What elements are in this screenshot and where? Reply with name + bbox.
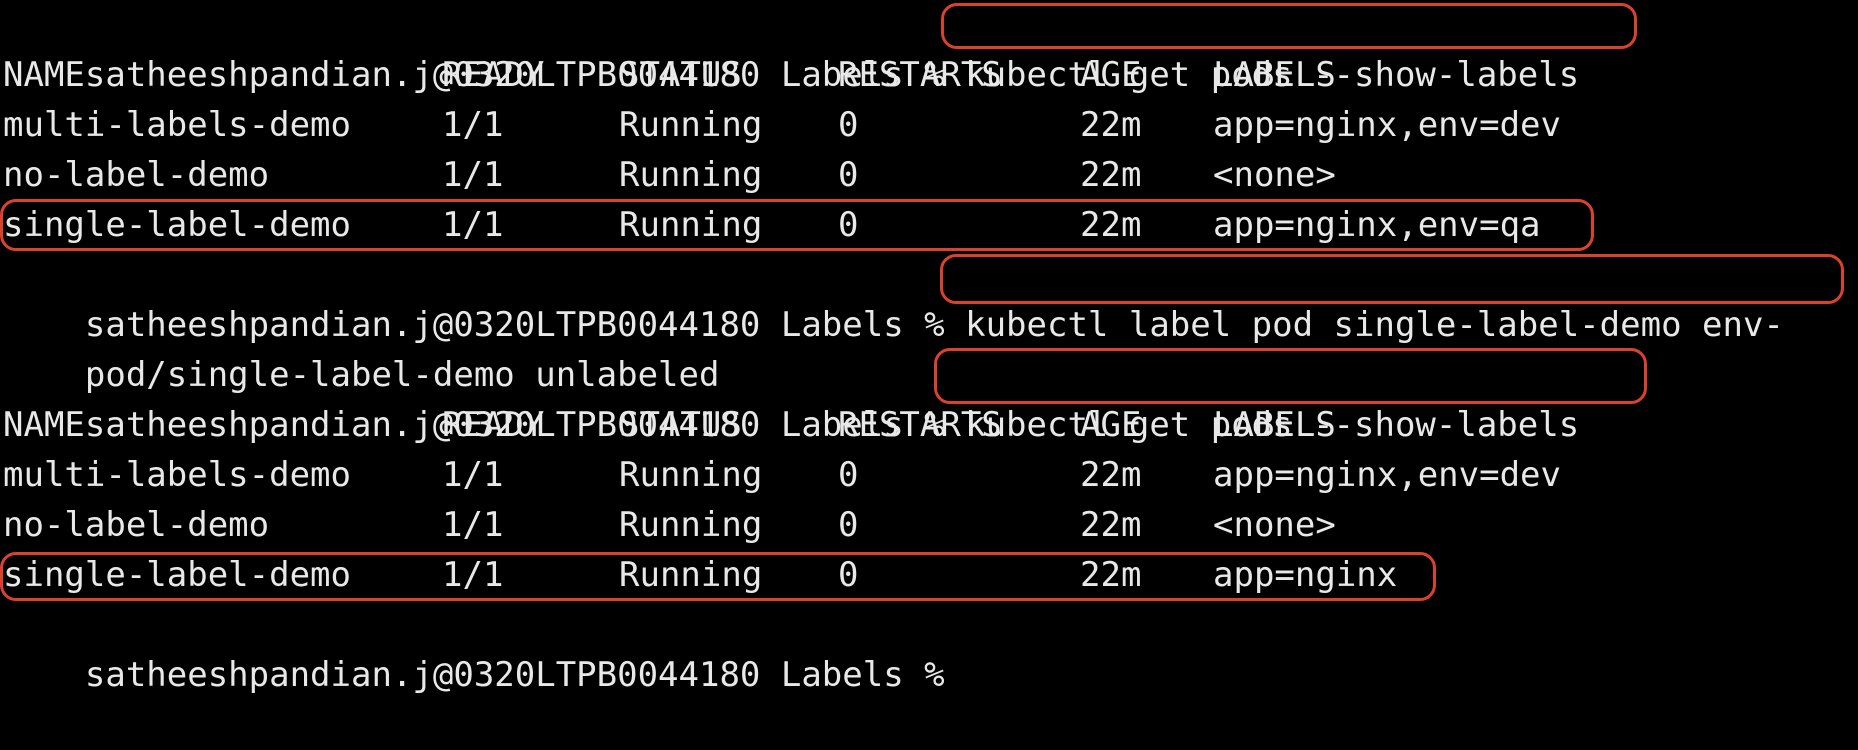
pod-age: 22m: [1080, 505, 1142, 545]
pod-ready: 1/1: [442, 205, 504, 245]
pod-name: multi-labels-demo: [3, 455, 351, 495]
pod-restarts: 0: [838, 505, 859, 545]
pod-status: Running: [619, 105, 763, 145]
pod-status: Running: [619, 205, 763, 245]
pod-name: single-label-demo: [3, 205, 351, 245]
pod-restarts: 0: [838, 105, 859, 145]
pod-age: 22m: [1080, 205, 1142, 245]
header-age: AGE: [1080, 405, 1142, 445]
pod-age: 22m: [1080, 105, 1142, 145]
pod-ready: 1/1: [442, 455, 504, 495]
pod-age: 22m: [1080, 555, 1142, 595]
pod-name: multi-labels-demo: [3, 105, 351, 145]
header-age: AGE: [1080, 55, 1142, 95]
header-labels: LABELS: [1213, 405, 1336, 445]
pod-labels: app=nginx,env=qa: [1213, 205, 1541, 245]
pod-labels: <none>: [1213, 155, 1336, 195]
table-row: single-label-demo 1/1 Running 0 22m app=…: [0, 200, 1858, 250]
header-ready: READY: [442, 55, 545, 95]
pod-labels: app=nginx,env=dev: [1213, 105, 1561, 145]
table-row: no-label-demo 1/1 Running 0 22m <none>: [0, 150, 1858, 200]
table-row: multi-labels-demo 1/1 Running 0 22m app=…: [0, 100, 1858, 150]
header-ready: READY: [442, 405, 545, 445]
pod-status: Running: [619, 505, 763, 545]
terminal-window[interactable]: satheeshpandian.j@0320LTPB0044180 Labels…: [0, 0, 1858, 695]
header-name: NAME: [3, 55, 85, 95]
header-restarts: RESTARTS: [838, 405, 1002, 445]
pod-name: single-label-demo: [3, 555, 351, 595]
header-restarts: RESTARTS: [838, 55, 1002, 95]
header-labels: LABELS: [1213, 55, 1336, 95]
pod-labels: app=nginx,env=dev: [1213, 455, 1561, 495]
pod-restarts: 0: [838, 205, 859, 245]
pod-ready: 1/1: [442, 555, 504, 595]
shell-prompt: satheeshpandian.j@0320LTPB0044180 Labels…: [84, 655, 966, 695]
table-header-row: NAME READY STATUS RESTARTS AGE LABELS: [0, 50, 1858, 100]
table-row: no-label-demo 1/1 Running 0 22m <none>: [0, 500, 1858, 550]
pod-restarts: 0: [838, 455, 859, 495]
pod-restarts: 0: [838, 155, 859, 195]
table-row: single-label-demo 1/1 Running 0 22m app=…: [0, 550, 1858, 600]
pod-ready: 1/1: [442, 105, 504, 145]
pod-age: 22m: [1080, 455, 1142, 495]
command-line-3: satheeshpandian.j@0320LTPB0044180 Labels…: [3, 350, 1579, 445]
header-status: STATUS: [619, 405, 742, 445]
pod-status: Running: [619, 555, 763, 595]
pod-name: no-label-demo: [3, 505, 270, 545]
command-line-4[interactable]: satheeshpandian.j@0320LTPB0044180 Labels…: [3, 600, 965, 695]
pod-age: 22m: [1080, 155, 1142, 195]
pod-labels: app=nginx: [1213, 555, 1398, 595]
header-status: STATUS: [619, 55, 742, 95]
pod-name: no-label-demo: [3, 155, 270, 195]
table-header-row: NAME READY STATUS RESTARTS AGE LABELS: [0, 400, 1858, 450]
pod-labels: <none>: [1213, 505, 1336, 545]
command-text: kubectl label pod single-label-demo env-: [965, 305, 1784, 345]
command-line-1: satheeshpandian.j@0320LTPB0044180 Labels…: [3, 0, 1579, 95]
pod-status: Running: [619, 455, 763, 495]
header-name: NAME: [3, 405, 85, 445]
pod-ready: 1/1: [442, 505, 504, 545]
pod-ready: 1/1: [442, 155, 504, 195]
command-line-2: satheeshpandian.j@0320LTPB0044180 Labels…: [3, 250, 1784, 345]
table-row: multi-labels-demo 1/1 Running 0 22m app=…: [0, 450, 1858, 500]
pod-restarts: 0: [838, 555, 859, 595]
pod-status: Running: [619, 155, 763, 195]
command-output: pod/single-label-demo unlabeled: [3, 300, 720, 395]
